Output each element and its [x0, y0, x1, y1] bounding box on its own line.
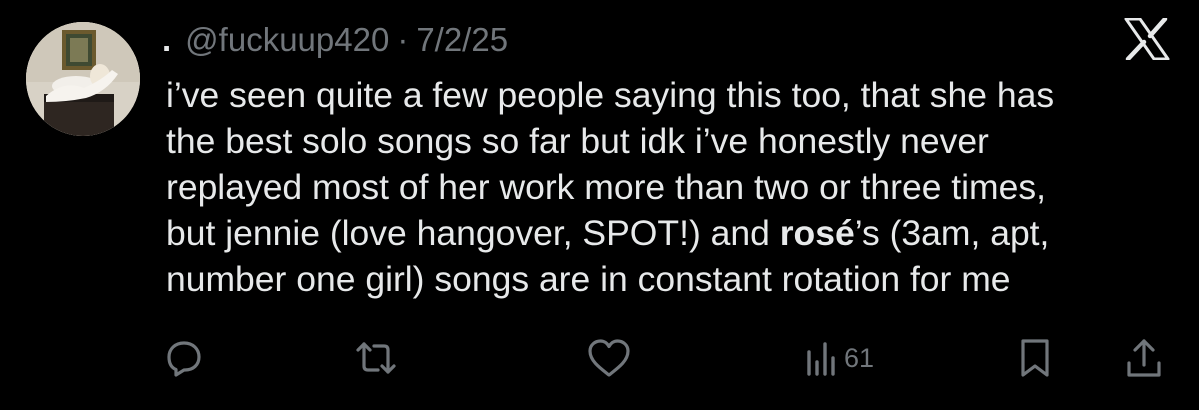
- share-button[interactable]: [1124, 334, 1164, 382]
- user-handle[interactable]: @fuckuup420: [185, 21, 389, 59]
- display-name[interactable]: .: [162, 21, 171, 59]
- retweet-icon: [356, 342, 396, 374]
- mention-rose[interactable]: rosé: [780, 213, 855, 253]
- tweet-text: i’ve seen quite a few people saying this…: [166, 72, 1176, 302]
- views-icon: [807, 342, 835, 376]
- share-icon: [1127, 339, 1161, 377]
- like-button[interactable]: [586, 334, 632, 382]
- tweet-line: i’ve seen quite a few people saying this…: [166, 75, 1055, 115]
- avatar-image: [26, 22, 140, 136]
- tweet-line-pre: but jennie (love hangover, SPOT!) and: [166, 213, 780, 253]
- avatar[interactable]: [26, 22, 140, 136]
- heart-icon: [588, 339, 630, 377]
- bookmark-button[interactable]: [1016, 334, 1054, 382]
- tweet-header: . @fuckuup420 · 7/2/25: [162, 18, 508, 62]
- reply-button[interactable]: [164, 334, 204, 382]
- tweet-line: number one girl) songs are in constant r…: [166, 259, 1011, 299]
- tweet-date[interactable]: 7/2/25: [416, 21, 508, 59]
- retweet-button[interactable]: [354, 334, 398, 382]
- header-separator: ·: [397, 21, 409, 58]
- views-count: 61: [844, 342, 875, 373]
- tweet-line: replayed most of her work more than two …: [166, 167, 1046, 207]
- x-logo-icon: [1124, 16, 1170, 62]
- reply-icon: [167, 341, 201, 377]
- tweet-line: the best solo songs so far but idk i’ve …: [166, 121, 989, 161]
- tweet-line: but jennie (love hangover, SPOT!) and ro…: [166, 210, 1176, 256]
- tweet-line-post: ’s (3am, apt,: [854, 213, 1050, 253]
- views-button[interactable]: 61: [804, 334, 874, 382]
- bookmark-icon: [1021, 339, 1049, 377]
